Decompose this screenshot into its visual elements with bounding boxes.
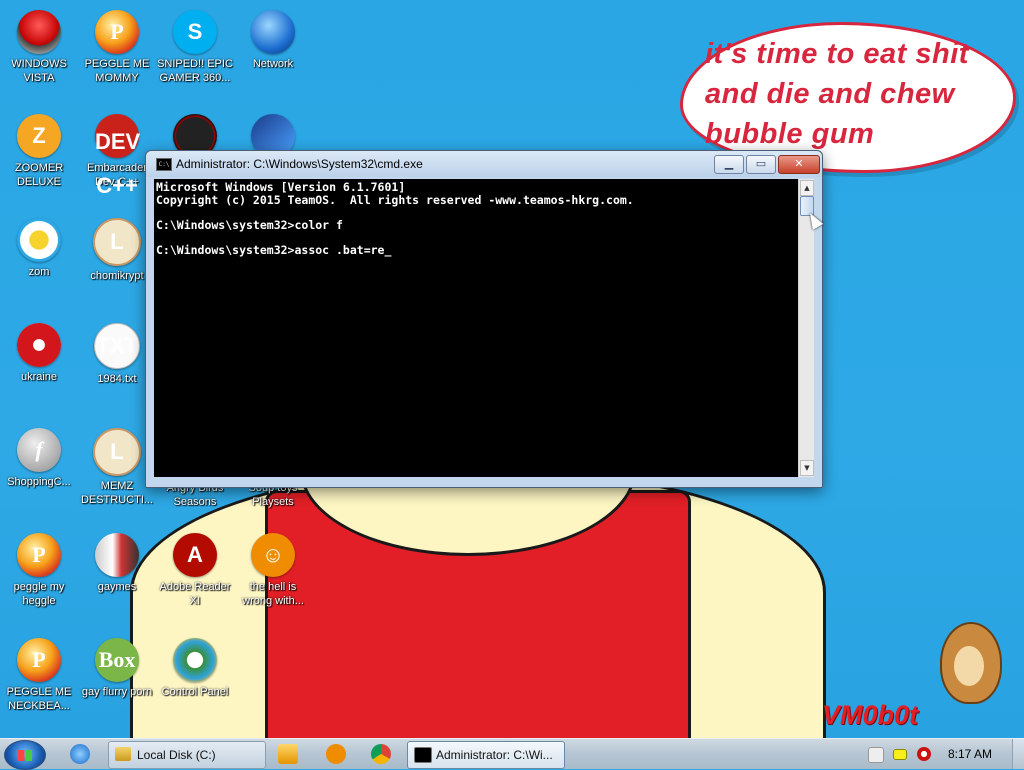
flash-icon: f xyxy=(17,428,61,472)
desktop-icon-label: SNIPED!! EPIC GAMER 360... xyxy=(157,58,233,84)
desktop-icon-1984-txt[interactable]: TXT 1984.txt xyxy=(79,323,155,386)
cmd-app-icon[interactable]: C:\ xyxy=(156,158,172,171)
cmd-window[interactable]: C:\ Administrator: C:\Windows\System32\c… xyxy=(145,150,823,488)
peggle-icon: P xyxy=(17,533,61,577)
desktop-icon-adobe-reader[interactable]: A Adobe Reader XI xyxy=(157,533,233,608)
skype-icon: S xyxy=(173,10,217,54)
adobe-reader-icon: A xyxy=(173,533,217,577)
desktop-icon-label: chomikrypt xyxy=(90,270,144,282)
clock[interactable]: 8:17 AM xyxy=(948,747,992,761)
wallpaper-signature: VM0b0t xyxy=(822,700,919,730)
cmd-icon xyxy=(414,747,432,763)
desktop-icon-label: the hell is wrong with... xyxy=(242,581,304,607)
control-panel-icon xyxy=(173,638,217,682)
shortcut-l-icon: L xyxy=(93,428,141,476)
maximize-button[interactable]: ▭ xyxy=(746,155,776,174)
desktop-icon-label: gay flurry porn xyxy=(81,686,153,698)
tray-volume-icon[interactable] xyxy=(917,747,931,761)
desktop-icon-label: MEMZ DESTRUCTI... xyxy=(80,480,154,506)
desktop-icon-label: ZOOMER DELUXE xyxy=(14,162,64,188)
text-file-icon: TXT xyxy=(94,323,140,369)
dev-cpp-icon: DEV C++ xyxy=(95,114,140,198)
desktop-icon-label: zom xyxy=(28,266,50,278)
tray-flag-icon[interactable] xyxy=(893,749,907,760)
console-text: Microsoft Windows [Version 6.1.7601] Cop… xyxy=(154,179,798,256)
media-player-icon[interactable] xyxy=(278,744,298,764)
desktop-icon-chomikrypt[interactable]: L chomikrypt xyxy=(79,218,155,283)
peggle-icon: P xyxy=(95,10,139,54)
console-line: Copyright (c) 2015 TeamOS. All rights re… xyxy=(156,192,634,207)
box-icon: Box xyxy=(95,638,139,682)
tray-app-icon[interactable] xyxy=(868,747,884,763)
taskbar: Local Disk (C:) Administrator: C:\Wi... … xyxy=(0,738,1024,770)
desktop-icon-memz[interactable]: L MEMZ DESTRUCTI... xyxy=(79,428,155,507)
windows-vista-icon xyxy=(17,10,61,54)
desktop-icon-label: PEGGLE ME MOMMY xyxy=(84,58,150,84)
radiation-icon xyxy=(17,323,61,367)
taskbar-item-label: Administrator: C:\Wi... xyxy=(436,748,553,762)
hamster-image xyxy=(940,622,1002,704)
taskbar-item-local-disk[interactable]: Local Disk (C:) xyxy=(108,741,266,769)
desktop-icon-label: gaymes xyxy=(97,581,137,593)
uc-browser-icon[interactable] xyxy=(326,744,346,764)
cmd-window-title: Administrator: C:\Windows\System32\cmd.e… xyxy=(176,157,423,171)
show-desktop-button[interactable] xyxy=(1012,739,1024,769)
desktop-icon-zom[interactable]: zom xyxy=(1,218,77,279)
flower-icon xyxy=(17,218,61,262)
zuma-icon: Z xyxy=(17,114,61,158)
desktop-icon-peggle-me-mommy[interactable]: P PEGGLE ME MOMMY xyxy=(79,10,155,85)
uc-browser-icon: ☺ xyxy=(251,533,295,577)
desktop-icon-the-hell-is-wrong[interactable]: ☺ the hell is wrong with... xyxy=(235,533,311,608)
shortcut-l-icon: L xyxy=(93,218,141,266)
desktop-icon-ukraine[interactable]: ukraine xyxy=(1,323,77,384)
close-button[interactable]: ✕ xyxy=(778,155,820,174)
desktop-icon-windows-vista[interactable]: WINDOWS VISTA xyxy=(1,10,77,85)
console-output[interactable]: Microsoft Windows [Version 6.1.7601] Cop… xyxy=(154,179,798,477)
internet-explorer-icon[interactable] xyxy=(70,744,90,764)
desktop-icon-gaymes[interactable]: gaymes xyxy=(79,533,155,594)
wallpaper-bubble-text: it's time to eat shit and die and chew b… xyxy=(705,38,969,150)
desktop-icon-label: ShoppingC... xyxy=(7,476,71,488)
folder-icon xyxy=(115,747,131,761)
desktop-icon-peggle-me-neckbea[interactable]: P PEGGLE ME NECKBEA... xyxy=(1,638,77,713)
desktop-icon-label: peggle my heggle xyxy=(13,581,65,607)
desktop-icon-gay-flurry-porn[interactable]: Box gay flurry porn xyxy=(79,638,155,699)
start-button[interactable] xyxy=(4,740,46,770)
desktop-icon-label: Adobe Reader XI xyxy=(159,581,231,607)
desktop-icon-label: Control Panel xyxy=(161,686,229,698)
desktop-icon-label: ukraine xyxy=(20,371,58,383)
cmd-title-bar[interactable]: C:\ Administrator: C:\Windows\System32\c… xyxy=(146,151,822,177)
minimize-button[interactable]: ▁ xyxy=(714,155,744,174)
desktop-icon-label: 1984.txt xyxy=(97,373,137,385)
network-globe-icon xyxy=(251,10,295,54)
taskbar-item-cmd[interactable]: Administrator: C:\Wi... xyxy=(407,741,565,769)
chrome-icon[interactable] xyxy=(371,744,391,764)
taskbar-item-label: Local Disk (C:) xyxy=(137,748,216,762)
desktop-icon-shoppingc[interactable]: f ShoppingC... xyxy=(1,428,77,489)
desktop-icon-peggle-my-heggle[interactable]: P peggle my heggle xyxy=(1,533,77,608)
desktop-icon-label: WINDOWS VISTA xyxy=(11,58,67,84)
desktop-icon-network[interactable]: Network xyxy=(235,10,311,71)
book-icon xyxy=(95,533,139,577)
desktop-icon-sniped[interactable]: S SNIPED!! EPIC GAMER 360... xyxy=(157,10,233,85)
scroll-down-arrow[interactable]: ▼ xyxy=(800,460,814,476)
desktop-icon-zoomer-deluxe[interactable]: Z ZOOMER DELUXE xyxy=(1,114,77,189)
peggle-icon: P xyxy=(17,638,61,682)
scroll-up-arrow[interactable]: ▲ xyxy=(800,180,814,196)
console-line: C:\Windows\system32>color f xyxy=(156,217,343,232)
desktop-icon-label: PEGGLE ME NECKBEA... xyxy=(6,686,72,712)
console-input-line[interactable]: C:\Windows\system32>assoc .bat=re_ xyxy=(156,243,391,257)
desktop-icon-label: Network xyxy=(252,58,294,70)
desktop-icon-control-panel[interactable]: Control Panel xyxy=(157,638,233,699)
desktop-icon-dev-cpp[interactable]: DEVC++ Embarcader Dev-C++ xyxy=(79,114,155,198)
desktop: it's time to eat shit and die and chew b… xyxy=(0,0,1024,738)
